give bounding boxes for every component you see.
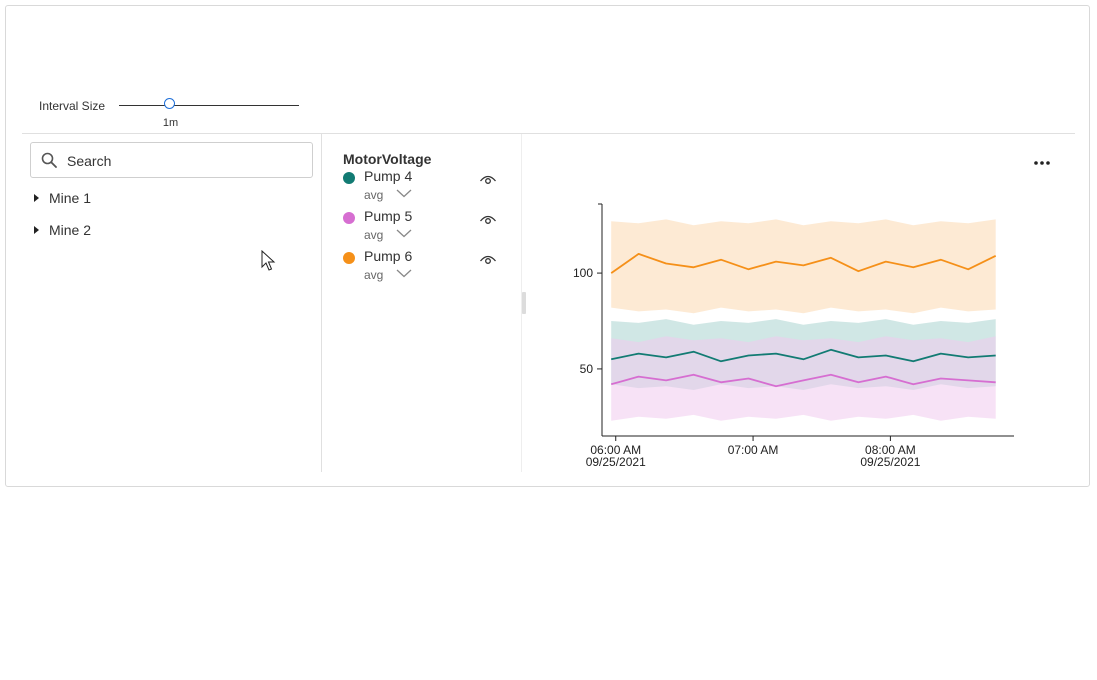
legend-aggregate: avg (364, 268, 384, 282)
legend-item-pump-4[interactable]: Pump 4 avg (343, 168, 513, 208)
chevron-down-icon[interactable] (396, 188, 412, 198)
tree-item-label: Mine 2 (49, 222, 92, 238)
x-tick-label-1: 07:00 AM (728, 443, 779, 457)
caret-right-icon[interactable] (34, 194, 39, 203)
motor-voltage-chart[interactable]: 5010006:00 AM09/25/202107:00 AM 08:00 AM0… (566, 196, 1036, 476)
x-tick-sublabel-2: 09/25/2021 (860, 455, 920, 469)
legend-series-name: Pump 4 (364, 168, 413, 184)
caret-right-icon[interactable] (34, 226, 39, 235)
legend-series-name: Pump 6 (364, 248, 413, 264)
search-input[interactable] (65, 149, 309, 173)
legend-resize-handle[interactable] (522, 292, 526, 314)
series-color-dot (343, 252, 355, 264)
interval-slider-thumb[interactable] (163, 98, 175, 109)
interval-slider-value: 1m (162, 117, 179, 129)
series-color-dot (343, 212, 355, 224)
mouse-pointer-icon (261, 250, 276, 271)
interval-size-control: Interval Size 1m (39, 92, 339, 132)
y-tick-label-1: 100 (573, 266, 593, 280)
eye-icon[interactable] (479, 213, 497, 227)
interval-size-label: Interval Size (39, 99, 106, 113)
tree-item-mine-2[interactable]: Mine 2 (34, 222, 91, 242)
tree-divider (321, 134, 322, 472)
interval-slider-track[interactable] (119, 105, 299, 106)
legend-title: MotorVoltage (343, 151, 432, 167)
search-icon (41, 152, 57, 168)
header-divider (22, 133, 1075, 134)
legend-item-pump-6[interactable]: Pump 6 avg (343, 248, 513, 288)
legend-series-name: Pump 5 (364, 208, 413, 224)
search-box[interactable] (30, 142, 313, 178)
x-tick-sublabel-0: 09/25/2021 (586, 455, 646, 469)
chevron-down-icon[interactable] (396, 228, 412, 238)
series-color-dot (343, 172, 355, 184)
legend-aggregate: avg (364, 188, 384, 202)
legend-item-pump-5[interactable]: Pump 5 avg (343, 208, 513, 248)
legend-aggregate: avg (364, 228, 384, 242)
series-band-0 (611, 219, 996, 314)
tree-item-label: Mine 1 (49, 190, 92, 206)
chevron-down-icon[interactable] (396, 268, 412, 278)
more-options-icon[interactable] (1030, 156, 1054, 170)
tree-item-mine-1[interactable]: Mine 1 (34, 190, 91, 210)
chart-panel: Interval Size 1m Mine 1 Mine 2 MotorVolt… (5, 5, 1090, 487)
eye-icon[interactable] (479, 253, 497, 267)
y-tick-label-0: 50 (580, 362, 594, 376)
eye-icon[interactable] (479, 173, 497, 187)
